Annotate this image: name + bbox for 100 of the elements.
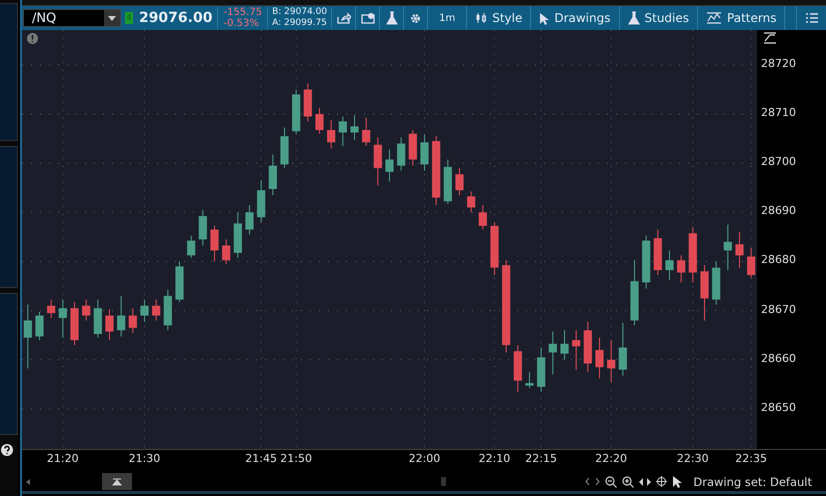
candle xyxy=(245,204,254,235)
candle xyxy=(198,209,207,246)
price-change: -155.75 xyxy=(223,7,262,18)
chevron-right-icon[interactable] xyxy=(595,478,600,485)
gear-icon xyxy=(409,12,422,24)
candle xyxy=(210,225,219,262)
candle xyxy=(338,116,347,146)
candle xyxy=(280,127,289,169)
candle xyxy=(607,340,616,382)
last-price: 29076.00 xyxy=(138,9,212,27)
alert-icon xyxy=(360,12,375,24)
candle xyxy=(82,299,90,321)
candle xyxy=(747,247,756,278)
candle xyxy=(677,254,686,283)
candle xyxy=(117,295,126,337)
candle xyxy=(58,299,67,338)
price-label: 28680 xyxy=(760,253,796,266)
price-label: 28710 xyxy=(760,106,796,120)
candle xyxy=(408,130,417,166)
candle xyxy=(432,136,440,206)
candle xyxy=(420,134,429,172)
candle xyxy=(665,250,674,280)
candle xyxy=(327,120,336,149)
candle xyxy=(315,107,324,134)
percent-change: -0.53% xyxy=(223,18,260,29)
candle xyxy=(70,302,79,346)
candle xyxy=(537,347,546,392)
zoom-out-icon[interactable] xyxy=(605,476,618,488)
candle xyxy=(654,229,662,276)
expand-up-icon xyxy=(112,478,122,486)
candle xyxy=(595,337,604,379)
candle xyxy=(700,264,709,321)
price-label: 28660 xyxy=(760,352,796,365)
help-icon[interactable] xyxy=(1,444,13,456)
candle xyxy=(724,224,732,271)
candle xyxy=(385,149,394,182)
price-label: 28720 xyxy=(760,56,796,70)
candle xyxy=(140,299,149,322)
candle xyxy=(128,308,137,334)
candle xyxy=(688,226,697,283)
candle xyxy=(572,330,580,370)
chevron-left-icon[interactable] xyxy=(585,478,590,485)
candle xyxy=(175,261,184,303)
candle xyxy=(374,136,382,186)
candle xyxy=(548,331,557,376)
share-icon xyxy=(336,12,351,24)
price-label: 28700 xyxy=(760,155,796,168)
autoscale-icon[interactable] xyxy=(764,32,776,44)
time-label: 21:20 xyxy=(46,452,79,465)
time-label: 22:30 xyxy=(676,452,709,465)
candle xyxy=(292,88,300,134)
expand-button[interactable] xyxy=(102,473,132,490)
candle xyxy=(455,168,464,196)
crosshair-icon[interactable] xyxy=(656,476,668,487)
bid-price: B: 29074.00 xyxy=(272,7,328,18)
candle xyxy=(642,235,650,290)
candle xyxy=(618,322,627,376)
candle xyxy=(397,136,406,172)
candle xyxy=(24,304,32,369)
candle xyxy=(164,289,172,331)
drawing-set-label[interactable]: Drawing set: Default xyxy=(693,474,812,488)
candle xyxy=(362,117,370,146)
candle xyxy=(35,311,44,341)
cursor-icon xyxy=(539,12,550,24)
symbol-field[interactable]: /NQ xyxy=(22,9,121,27)
scroll-left-icon[interactable] xyxy=(26,478,30,484)
candle xyxy=(47,299,56,319)
time-label: 22:35 xyxy=(735,452,767,465)
candle xyxy=(478,204,487,230)
candle xyxy=(525,372,534,389)
indicator-badge: 4 xyxy=(124,12,133,24)
candle xyxy=(712,261,720,305)
candle xyxy=(257,180,266,223)
candles-icon xyxy=(475,12,488,24)
candle xyxy=(490,222,499,276)
candle xyxy=(630,260,639,326)
time-label: 21:50 xyxy=(280,452,312,465)
scrollbar-handle[interactable] xyxy=(440,477,446,486)
price-label: 28690 xyxy=(760,204,796,218)
candle xyxy=(105,308,114,341)
candle xyxy=(222,238,230,264)
zoom-in-icon[interactable] xyxy=(622,476,634,488)
candle xyxy=(560,330,569,360)
candle xyxy=(735,232,744,268)
price-label: 28650 xyxy=(760,400,796,414)
price-label: 28670 xyxy=(760,302,796,316)
dropdown-icon xyxy=(108,16,116,20)
flask-icon xyxy=(628,11,640,25)
candle xyxy=(514,344,522,392)
time-label: 22:20 xyxy=(595,452,627,465)
pan-arrows-icon[interactable] xyxy=(639,478,652,486)
warning-icon[interactable] xyxy=(26,33,38,44)
candle xyxy=(350,114,359,140)
candle xyxy=(467,190,476,213)
candle xyxy=(94,299,102,338)
cursor-icon[interactable] xyxy=(672,476,682,488)
candle xyxy=(304,82,312,122)
candle xyxy=(584,321,592,373)
time-label: 21:30 xyxy=(128,452,160,465)
candle xyxy=(187,235,196,258)
